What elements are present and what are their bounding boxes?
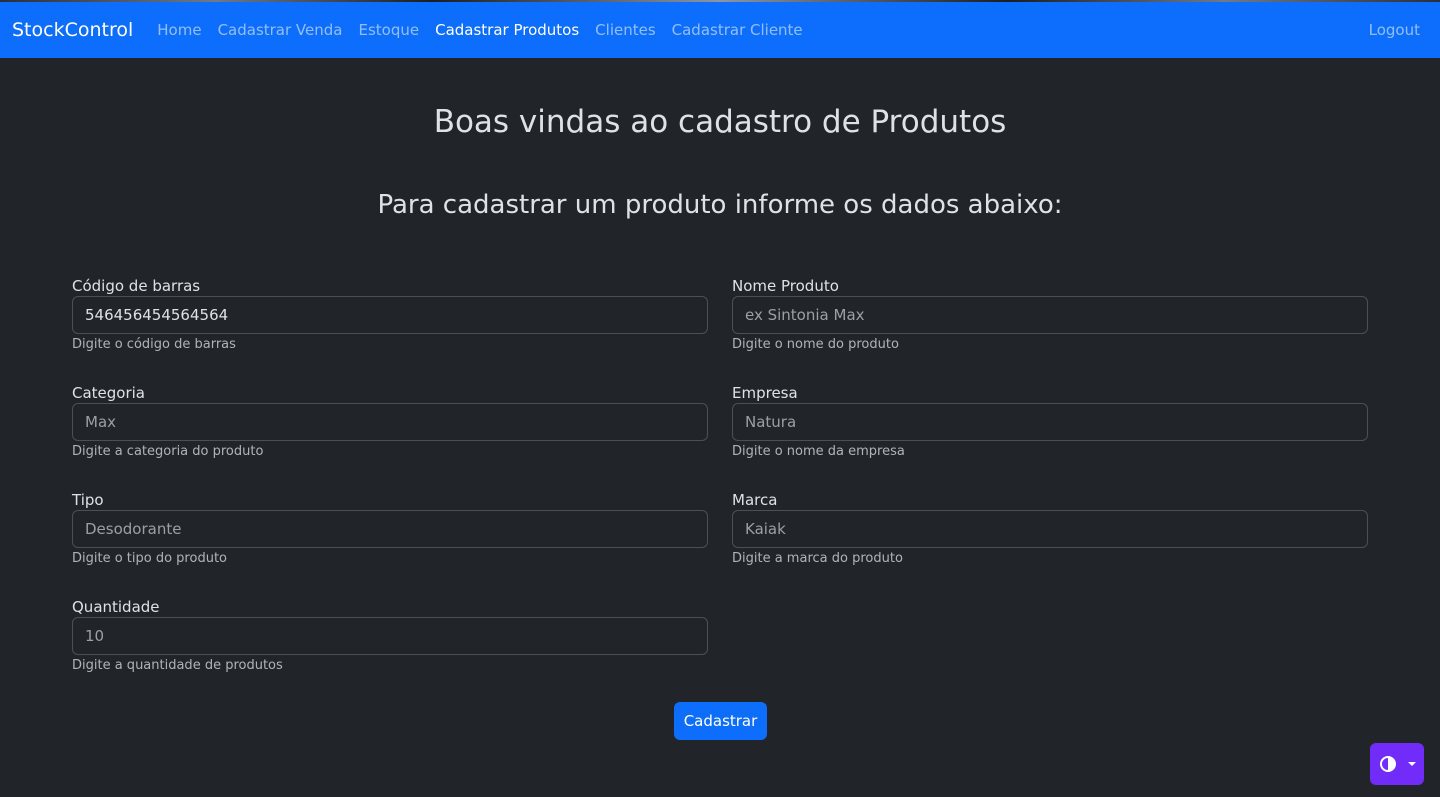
page-title: Boas vindas ao cadastro de Produtos xyxy=(433,104,1007,140)
nav-link-home[interactable]: Home xyxy=(149,21,209,39)
marca-label: Marca xyxy=(732,491,778,509)
circle-half-icon xyxy=(1379,756,1396,772)
codigo-barras-input[interactable] xyxy=(72,296,708,334)
categoria-group: Categoria Digite a categoria do produto xyxy=(72,383,708,459)
quantidade-label: Quantidade xyxy=(72,598,160,616)
nav-link-clientes[interactable]: Clientes xyxy=(587,21,663,39)
marca-input[interactable] xyxy=(732,510,1368,548)
categoria-label: Categoria xyxy=(72,384,146,402)
theme-toggle-button[interactable] xyxy=(1370,743,1424,785)
categoria-input[interactable] xyxy=(72,403,708,441)
nome-produto-input[interactable] xyxy=(732,296,1368,334)
quantidade-input[interactable] xyxy=(72,617,708,655)
logout-link[interactable]: Logout xyxy=(1369,2,1420,58)
empresa-help: Digite o nome da empresa xyxy=(732,444,905,459)
caret-down-icon xyxy=(1407,762,1416,766)
quantidade-help: Digite a quantidade de produtos xyxy=(72,658,283,673)
empresa-label: Empresa xyxy=(732,384,798,402)
page-subtitle: Para cadastrar um produto informe os dad… xyxy=(377,190,1063,220)
codigo-barras-label: Código de barras xyxy=(72,277,201,295)
nav-link-cadastrar-produtos[interactable]: Cadastrar Produtos xyxy=(427,21,587,39)
cadastrar-button[interactable]: Cadastrar xyxy=(674,702,767,740)
nav-link-cadastrar-cliente[interactable]: Cadastrar Cliente xyxy=(664,21,811,39)
quantidade-group: Quantidade Digite a quantidade de produt… xyxy=(72,597,708,673)
tipo-group: Tipo Digite o tipo do produto xyxy=(72,490,708,566)
navbar: StockControl Home Cadastrar Venda Estoqu… xyxy=(0,2,1440,58)
nav-links: Home Cadastrar Venda Estoque Cadastrar P… xyxy=(149,21,810,39)
nav-link-cadastrar-venda[interactable]: Cadastrar Venda xyxy=(210,21,351,39)
brand-logo[interactable]: StockControl xyxy=(12,19,133,41)
categoria-help: Digite a categoria do produto xyxy=(72,444,264,459)
tipo-input[interactable] xyxy=(72,510,708,548)
empresa-input[interactable] xyxy=(732,403,1368,441)
marca-group: Marca Digite a marca do produto xyxy=(732,490,1368,566)
nome-produto-label: Nome Produto xyxy=(732,277,839,295)
nome-produto-group: Nome Produto Digite o nome do produto xyxy=(732,276,1368,352)
nav-link-estoque[interactable]: Estoque xyxy=(350,21,427,39)
tipo-label: Tipo xyxy=(72,491,104,509)
codigo-barras-group: Código de barras Digite o código de barr… xyxy=(72,276,708,352)
empresa-group: Empresa Digite o nome da empresa xyxy=(732,383,1368,459)
tipo-help: Digite o tipo do produto xyxy=(72,551,227,566)
codigo-barras-help: Digite o código de barras xyxy=(72,337,236,352)
marca-help: Digite a marca do produto xyxy=(732,551,903,566)
nome-produto-help: Digite o nome do produto xyxy=(732,337,899,352)
